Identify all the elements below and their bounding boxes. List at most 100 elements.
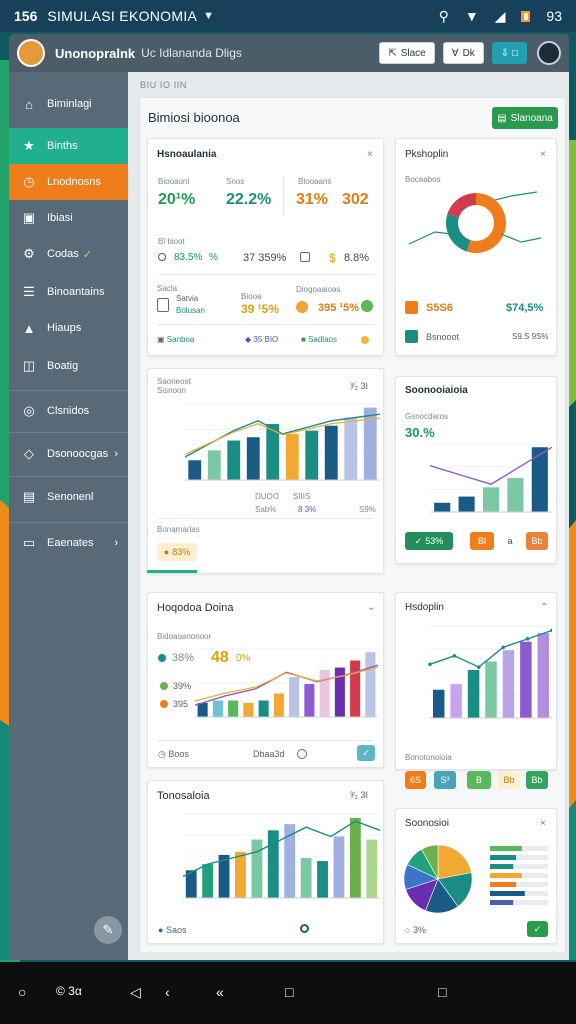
export-button[interactable]: ▤ Slanoana: [492, 107, 558, 129]
edit-fab-button[interactable]: ✎: [94, 916, 122, 944]
chart-bar: [227, 440, 241, 480]
card-title: Hoqodoa Doina: [157, 602, 234, 614]
chip-button[interactable]: Bl: [470, 532, 494, 550]
legend-swatch: [405, 330, 418, 343]
chip-button[interactable]: ✓ 53%: [405, 532, 453, 550]
close-icon[interactable]: ×: [367, 149, 373, 160]
chart-bar: [235, 851, 246, 898]
checkbox[interactable]: [300, 252, 310, 262]
chip-label: a: [507, 536, 513, 546]
chart-bar: [317, 861, 328, 898]
lock-icon[interactable]: «: [216, 984, 224, 1000]
sidebar-item-binoantains[interactable]: ☰ Binoantains: [9, 274, 128, 310]
close-icon[interactable]: ×: [540, 818, 546, 829]
battery-level: 93: [546, 8, 562, 24]
footer-item: ■ Sadlaos: [301, 335, 337, 344]
expand-icon[interactable]: ³⁄₂ 3I: [350, 381, 368, 391]
chip-button[interactable]: S³: [434, 771, 456, 789]
sidebar-item-senonenl[interactable]: ▤ Senonenl: [9, 476, 128, 516]
chart-bar: [507, 478, 524, 512]
square-icon[interactable]: □: [438, 984, 446, 1000]
search-icon[interactable]: ⚲: [439, 8, 449, 25]
profile-avatar[interactable]: [537, 41, 561, 65]
status-dot-icon: ●: [158, 925, 166, 935]
chart-bar: [273, 693, 284, 717]
chevron-left-icon[interactable]: ‹: [165, 984, 170, 1000]
sidebar-item-codas[interactable]: ⚙ Codas ✓: [9, 236, 128, 272]
breakdown-bar: [490, 864, 514, 869]
chip-button[interactable]: Bb: [526, 771, 548, 789]
chip-button[interactable]: Bb: [526, 532, 548, 550]
sidebar-item-dsonoocgas[interactable]: ◇ Dsonoocgas ›: [9, 432, 128, 474]
status-app-title: SIMULASI EKONOMIA: [47, 8, 198, 24]
expand-icon[interactable]: ³⁄₂ 3I: [350, 790, 368, 800]
chip-label: B: [475, 775, 482, 785]
chip-button[interactable]: Bb: [498, 771, 520, 789]
star-icon: ★: [23, 138, 35, 153]
sidebar-item-lnodnosns[interactable]: ◷ Lnodnosns: [9, 164, 128, 200]
sidebar-item-label: Ibiasi: [47, 212, 73, 224]
back-icon[interactable]: ◁: [130, 984, 141, 1001]
download-icon: ⇩ □: [500, 47, 518, 59]
sidebar-item-eaenates[interactable]: ▭ Eaenates ›: [9, 522, 128, 562]
footer-item-label: Boos: [168, 749, 189, 759]
sidebar-item-hiaups[interactable]: ▲ Hiaups: [9, 310, 128, 346]
chart-bar: [319, 669, 330, 717]
radio-button[interactable]: [158, 253, 166, 261]
sidebar-item-binths[interactable]: ★ Binths: [9, 128, 128, 164]
share-icon: ⇱: [388, 47, 397, 59]
radio-button[interactable]: [300, 924, 309, 933]
divider: [157, 274, 374, 275]
sidebar-item-boatig[interactable]: ◫ Boatig: [9, 348, 128, 384]
close-icon[interactable]: ×: [540, 149, 546, 160]
chevron-right-icon: ›: [114, 536, 118, 549]
download-button[interactable]: ⇩ □: [491, 42, 527, 64]
share-button[interactable]: ⇱ Slace: [379, 42, 435, 64]
chart-bar: [485, 661, 497, 718]
footer-item: ◷ Boos: [158, 749, 189, 760]
chart-bar: [305, 430, 319, 480]
breakdown-bar: [490, 891, 525, 896]
donut-chart: [408, 191, 542, 253]
sidebar: ⌂ Biminlagi ★ Binths ◷ Lnodnosns ▣ Ibiasi ⚙ C…: [9, 72, 128, 960]
chip-button[interactable]: 6S: [405, 771, 426, 789]
sidebar-item-label: Lnodnosns: [47, 176, 101, 188]
home-circle-icon[interactable]: ○: [18, 984, 26, 1000]
chip-label: Bl: [477, 536, 486, 546]
chip-label: 53%: [425, 536, 444, 546]
chip-button[interactable]: B: [467, 771, 491, 789]
chart-bar: [228, 700, 239, 717]
sidebar-item-clsnidos[interactable]: ◎ Clsnidos: [9, 390, 128, 430]
check-icon: ✓: [82, 248, 93, 261]
chart-bar: [467, 669, 480, 718]
check-icon: ✓: [414, 535, 423, 546]
chevron-down-icon[interactable]: ▼: [203, 10, 214, 22]
axis-label: SIIIS: [293, 492, 311, 501]
avatar[interactable]: [17, 39, 45, 67]
recent-apps-icon[interactable]: □: [285, 984, 293, 1000]
sidebar-item-ibiasi[interactable]: ▣ Ibiasi: [9, 200, 128, 236]
status-time: 156: [14, 8, 38, 24]
chart-bar: [350, 660, 361, 717]
chart-point: [428, 662, 432, 667]
radio-button[interactable]: [297, 749, 307, 759]
chevron-up-icon[interactable]: ⌃: [540, 602, 548, 613]
row-value: 83.5%: [174, 252, 203, 263]
legend-swatch: [405, 301, 418, 314]
chip-button[interactable]: a: [500, 532, 520, 550]
chevron-down-icon[interactable]: ⌄: [367, 602, 375, 613]
sidebar-item-home[interactable]: ⌂ Biminlagi: [9, 86, 128, 122]
card-label: Bonotonoioia: [405, 753, 452, 762]
legend-value: S5S6: [426, 302, 453, 314]
chart-bar: [324, 425, 338, 480]
card-icon: ▤: [22, 488, 36, 504]
filter-button[interactable]: ∀ Dk: [442, 42, 484, 64]
confirm-button[interactable]: ✓: [357, 745, 375, 761]
assistant-icon[interactable]: © 3α: [56, 984, 82, 998]
metric-value: 39 ¹5%: [241, 302, 280, 316]
chart-bar: [349, 818, 361, 898]
pie-chart: [403, 844, 548, 914]
chart-bar: [188, 460, 202, 480]
confirm-button[interactable]: ✓: [527, 921, 548, 937]
kpi-value: 22.2%: [226, 191, 272, 208]
